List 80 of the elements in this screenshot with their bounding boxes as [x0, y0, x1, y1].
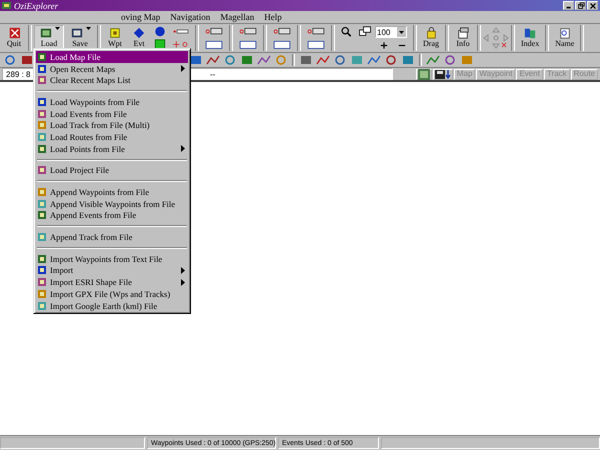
- line-icon: [367, 54, 381, 66]
- square-button[interactable]: [19, 54, 35, 66]
- menu-item[interactable]: Append Track from File: [36, 231, 188, 243]
- square-icon: [240, 54, 254, 66]
- square-icon: [37, 300, 47, 311]
- line-button[interactable]: [256, 54, 272, 66]
- menu-item[interactable]: Load Waypoints from File: [36, 96, 188, 108]
- diamond-icon: [131, 27, 147, 39]
- square-icon: [37, 254, 47, 264]
- menu-item[interactable]: Navigation: [169, 12, 212, 22]
- app-icon: [2, 1, 11, 10]
- menu-item[interactable]: Load Project File: [36, 164, 188, 176]
- square-icon: [37, 120, 47, 130]
- menu-item[interactable]: Load Routes from File: [36, 131, 188, 143]
- menu-item[interactable]: Append Waypoints from File: [36, 186, 188, 198]
- menu-item[interactable]: Load Events from File: [36, 108, 188, 120]
- menu-item[interactable]: Magellan: [219, 12, 256, 22]
- restore-button[interactable]: [575, 1, 586, 10]
- circle-icon: [223, 54, 237, 66]
- square-icon: [37, 210, 47, 220]
- menu-item[interactable]: Load Points from File: [36, 142, 188, 154]
- square-icon: [37, 288, 47, 299]
- square-icon: [189, 54, 203, 66]
- close-icon: [588, 2, 596, 10]
- circle-icon: [333, 54, 347, 66]
- menu-item[interactable]: Help: [263, 12, 283, 22]
- map-icon: [418, 68, 430, 80]
- circle-icon: [384, 54, 398, 66]
- floppy-disk-icon: [434, 68, 451, 80]
- line-icon: [426, 54, 440, 66]
- line-button[interactable]: [205, 54, 221, 66]
- window-title: OziExplorer: [14, 0, 58, 10]
- line-icon: [206, 54, 220, 66]
- square-icon: [20, 54, 34, 66]
- square-icon: [37, 64, 47, 74]
- circle-icon: [3, 54, 17, 66]
- map-icon: [69, 27, 85, 39]
- menu-item[interactable]: Append Visible Waypoints from File: [36, 198, 188, 210]
- square-icon: [37, 75, 47, 86]
- menu-item[interactable]: Import ESRI Shape File: [36, 276, 188, 288]
- square-icon: [37, 198, 47, 209]
- windows-button[interactable]: [356, 25, 374, 37]
- square-icon: [37, 108, 47, 119]
- square-icon: [37, 277, 47, 288]
- square-icon: [37, 132, 47, 142]
- square-icon: [37, 144, 47, 154]
- square-icon: [299, 54, 313, 66]
- square-icon: [401, 54, 415, 66]
- zoom-dropdown[interactable]: 100: [375, 26, 407, 38]
- square-button[interactable]: [188, 54, 204, 66]
- square-icon: [37, 232, 47, 242]
- menu-item[interactable]: oving Map: [120, 12, 162, 22]
- menu-item[interactable]: Import: [36, 264, 188, 276]
- line-icon: [257, 54, 271, 66]
- minimize-button[interactable]: [563, 1, 574, 10]
- windows-icon: [357, 26, 373, 36]
- menu-item[interactable]: Import Google Earth (kml) File: [36, 300, 188, 312]
- menu-item[interactable]: Import GPX File (Wps and Tracks): [36, 288, 188, 300]
- square-icon: [460, 54, 474, 66]
- circle-icon: [274, 54, 288, 66]
- menu-item[interactable]: Load Track from File (Multi): [36, 119, 188, 132]
- close-button[interactable]: [587, 1, 598, 10]
- save-button[interactable]: [432, 68, 453, 80]
- map-button[interactable]: [416, 68, 432, 80]
- square-icon: [350, 54, 364, 66]
- menu-item[interactable]: Open Recent Maps: [36, 62, 188, 74]
- circle-icon: [443, 54, 457, 66]
- square-icon: [37, 96, 47, 107]
- menu-item[interactable]: Import Waypoints from Text File: [36, 252, 188, 265]
- map-icon: [38, 27, 54, 39]
- square-icon: [37, 52, 47, 62]
- square-icon: [152, 39, 168, 50]
- line-icon: [316, 54, 330, 66]
- menu-item[interactable]: Load Map File: [36, 51, 188, 63]
- square-icon: [37, 265, 47, 276]
- square-icon: [37, 187, 47, 198]
- menu-item[interactable]: Append Events from File: [36, 210, 188, 222]
- pan-arrows-icon: [483, 27, 509, 49]
- restore-icon: [576, 2, 584, 10]
- square-icon: [37, 165, 47, 176]
